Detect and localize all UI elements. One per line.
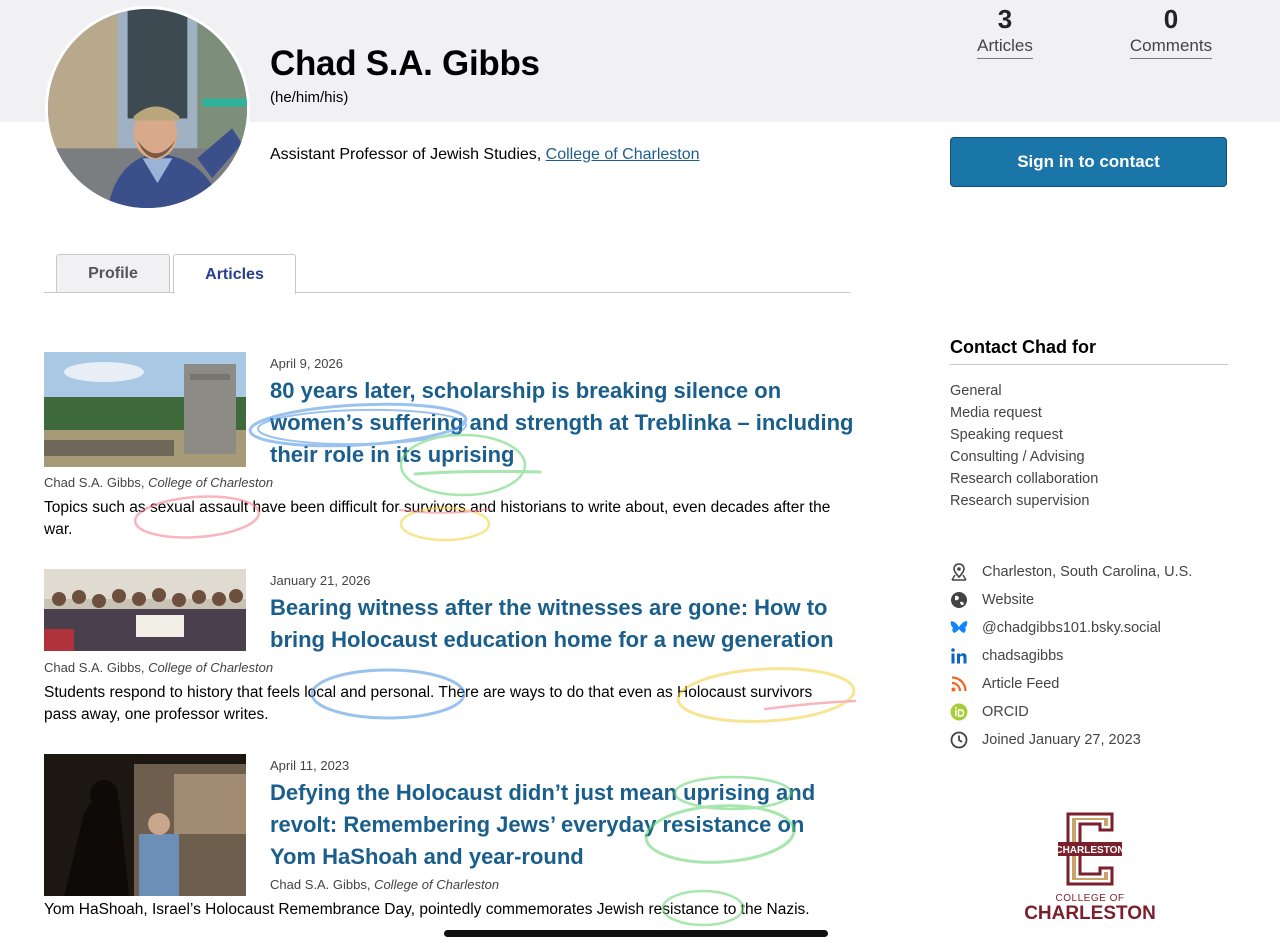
article-thumbnail[interactable] [44,352,246,467]
article-author-institution: College of Charleston [148,475,274,490]
contact-option-research-collaboration[interactable]: Research collaboration [950,468,1098,490]
info-linkedin-link[interactable]: chadsagibbs [982,648,1063,664]
article-date: April 9, 2026 [270,356,343,371]
avatar-photo [48,9,247,208]
clock-icon [950,731,968,749]
profile-avatar [45,6,250,211]
contact-divider [950,364,1228,365]
info-joined-text: Joined January 27, 2023 [982,732,1141,748]
location-icon [950,563,968,581]
article-author-name: Chad S.A. Gibbs, [44,475,149,490]
article-date: April 11, 2023 [270,758,350,773]
tabs-divider [44,292,850,293]
profile-name: Chad S.A. Gibbs [270,44,540,83]
students-photo [44,569,246,651]
rss-icon [950,675,968,693]
info-joined: Joined January 27, 2023 [950,726,1192,754]
contact-section-title: Contact Chad for [950,337,1096,357]
article-date: January 21, 2026 [270,573,371,588]
logo-badge-text: CHARLESTON [1055,845,1124,856]
comments-count-label[interactable]: Comments [1129,34,1213,59]
article-title-link[interactable]: Bearing witness after the witnesses are … [270,592,855,656]
role-title: Assistant Professor of Jewish Studies, [270,146,546,163]
article-author: Chad S.A. Gibbs, College of Charleston [44,660,273,675]
logo-line2: CHARLESTON [1024,903,1156,924]
info-article-feed[interactable]: Article Feed [950,670,1192,698]
article-author-name: Chad S.A. Gibbs, [44,660,149,675]
article-summary: Yom HaShoah, Israel’s Holocaust Remembra… [44,901,810,918]
college-of-charleston-logo: CHARLESTON COLLEGE OF CHARLESTON [1020,812,1160,924]
institution-link[interactable]: College of Charleston [546,146,700,163]
stat-comments[interactable]: 0 Comments [1120,4,1222,59]
profile-role: Assistant Professor of Jewish Studies, C… [270,146,700,164]
articles-count: 3 [997,4,1013,34]
info-linkedin[interactable]: chadsagibbs [950,642,1192,670]
profile-info-list: Charleston, South Carolina, U.S. Website… [950,558,1192,754]
article-author-institution: College of Charleston [374,877,500,892]
article-title-link[interactable]: 80 years later, scholarship is breaking … [270,375,855,471]
treblinka-photo [44,352,246,467]
stat-articles[interactable]: 3 Articles [960,4,1050,59]
article-summary: Students respond to history that feels l… [44,684,813,723]
tab-profile[interactable]: Profile [56,254,170,293]
contact-option-general[interactable]: General [950,380,1098,402]
article-thumbnail[interactable] [44,569,246,651]
contact-option-media[interactable]: Media request [950,402,1098,424]
article-summary: Topics such as sexual assault have been … [44,499,831,538]
bluesky-icon [950,619,968,637]
info-orcid-link[interactable]: ORCID [982,704,1029,720]
contact-option-consulting[interactable]: Consulting / Advising [950,446,1098,468]
info-website-link[interactable]: Website [982,592,1034,608]
info-location: Charleston, South Carolina, U.S. [950,558,1192,586]
article-author: Chad S.A. Gibbs, College of Charleston [270,877,499,892]
articles-count-label[interactable]: Articles [977,34,1033,59]
info-orcid[interactable]: ORCID [950,698,1192,726]
tab-articles[interactable]: Articles [173,254,296,294]
info-website[interactable]: Website [950,586,1192,614]
article-author: Chad S.A. Gibbs, College of Charleston [44,475,273,490]
contact-options-list: General Media request Speaking request C… [950,380,1098,512]
linkedin-icon [950,647,968,665]
article-title-link[interactable]: Defying the Holocaust didn’t just mean u… [270,777,830,873]
orcid-icon [950,703,968,721]
info-bluesky[interactable]: @chadgibbs101.bsky.social [950,614,1192,642]
article-thumbnail[interactable] [44,754,246,896]
contact-option-speaking[interactable]: Speaking request [950,424,1098,446]
profile-pronouns: (he/him/his) [270,89,349,106]
globe-icon [950,591,968,609]
contact-option-research-supervision[interactable]: Research supervision [950,490,1098,512]
info-location-text: Charleston, South Carolina, U.S. [982,564,1193,580]
article-author-institution: College of Charleston [148,660,274,675]
comments-count: 0 [1163,4,1179,34]
home-indicator-bar[interactable] [444,930,828,937]
info-bluesky-link[interactable]: @chadgibbs101.bsky.social [982,620,1161,636]
sign-in-to-contact-button[interactable]: Sign in to contact [950,137,1227,187]
violinist-photo [44,754,246,896]
article-author-name: Chad S.A. Gibbs, [270,877,375,892]
info-article-feed-link[interactable]: Article Feed [982,676,1059,692]
